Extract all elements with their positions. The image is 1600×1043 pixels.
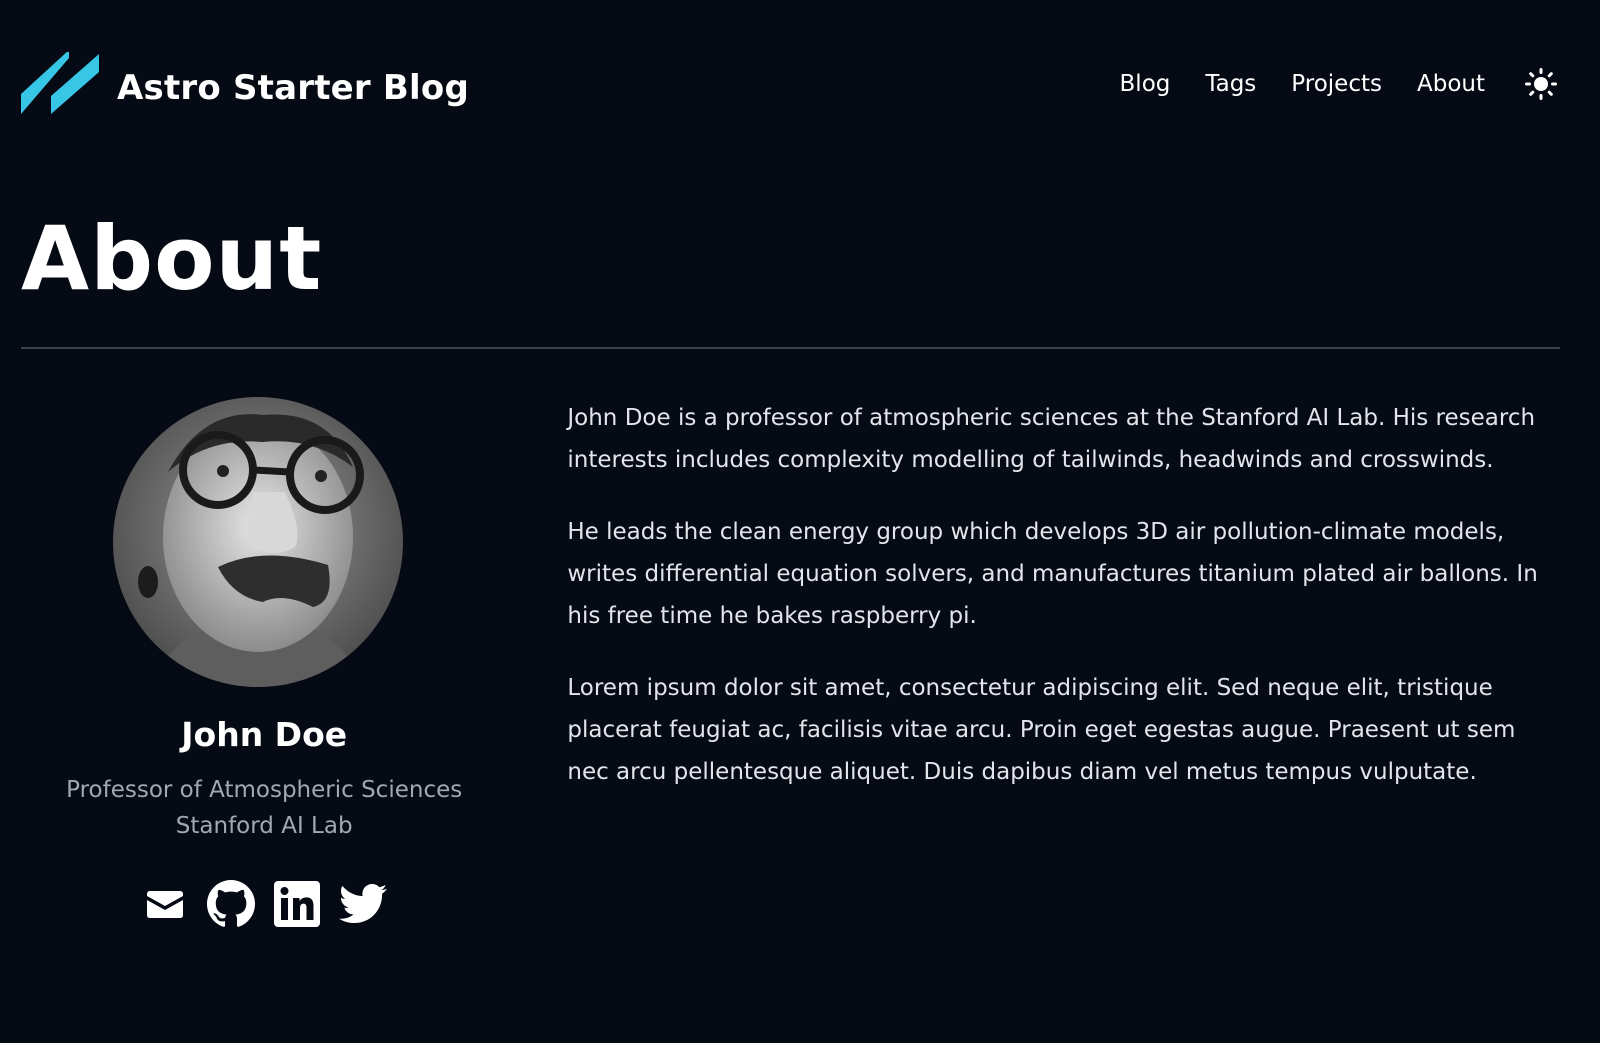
- astro-logo-icon: [21, 52, 99, 114]
- author-profile: John Doe Professor of Atmospheric Scienc…: [21, 397, 507, 928]
- home-link[interactable]: Astro Starter Blog: [21, 52, 469, 117]
- author-bio: John Doe is a professor of atmospheric s…: [567, 397, 1560, 928]
- bio-paragraph: Lorem ipsum dolor sit amet, consectetur …: [567, 675, 1516, 785]
- author-name: John Doe: [181, 715, 348, 754]
- avatar: [113, 397, 404, 687]
- about-content: John Doe Professor of Atmospheric Scienc…: [21, 397, 1560, 928]
- sun-icon: [1525, 68, 1557, 100]
- nav-tags[interactable]: Tags: [1205, 71, 1256, 97]
- linkedin-icon: [274, 881, 321, 927]
- main-nav: Blog Tags Projects About: [1120, 66, 1559, 102]
- site-header: Astro Starter Blog Blog Tags Projects Ab…: [21, 0, 1557, 185]
- theme-toggle-button[interactable]: [1523, 66, 1559, 102]
- author-occupation: Professor of Atmospheric Sciences: [66, 777, 463, 803]
- nav-projects[interactable]: Projects: [1291, 71, 1382, 97]
- bio-paragraph: He leads the clean energy group which de…: [567, 519, 1538, 629]
- mail-icon: [147, 891, 184, 918]
- page-title: About: [21, 207, 323, 310]
- github-link[interactable]: [207, 880, 256, 928]
- avatar-photo: [113, 397, 404, 687]
- github-icon: [207, 880, 256, 927]
- title-divider: [21, 347, 1560, 349]
- bio-paragraph: John Doe is a professor of atmospheric s…: [567, 405, 1536, 473]
- social-links: [141, 880, 388, 928]
- mail-link[interactable]: [141, 880, 189, 928]
- site-title: Astro Starter Blog: [117, 67, 470, 108]
- author-company: Stanford AI Lab: [175, 813, 353, 839]
- linkedin-link[interactable]: [273, 880, 321, 928]
- twitter-icon: [339, 884, 388, 924]
- nav-blog[interactable]: Blog: [1120, 71, 1171, 97]
- nav-about[interactable]: About: [1417, 71, 1485, 97]
- twitter-link[interactable]: [339, 880, 388, 928]
